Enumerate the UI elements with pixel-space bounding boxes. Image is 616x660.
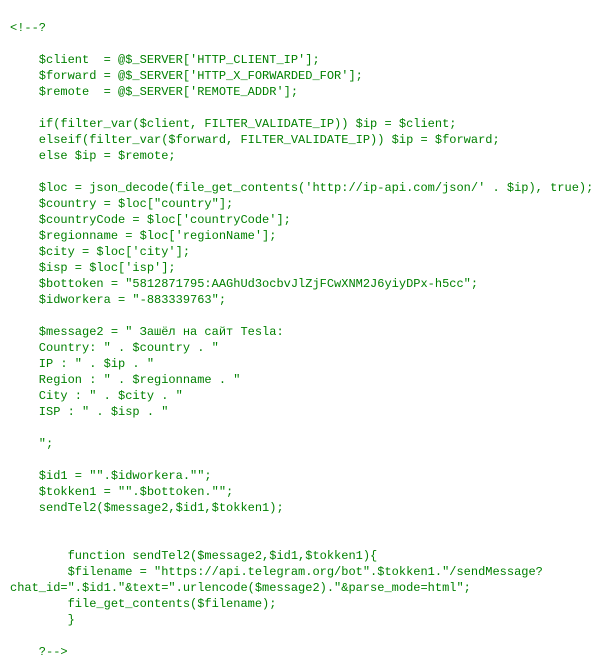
code-block: <!--? $client = @$_SERVER['HTTP_CLIENT_I… xyxy=(10,20,606,660)
